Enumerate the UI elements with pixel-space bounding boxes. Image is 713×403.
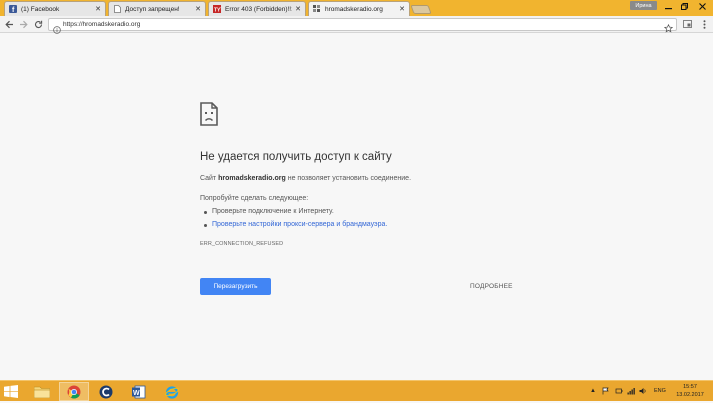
tray-expand-icon[interactable]: ▲ [589, 387, 597, 395]
svg-text:W: W [133, 389, 140, 396]
close-icon[interactable]: ✕ [295, 5, 301, 13]
word-icon[interactable]: W [124, 382, 154, 401]
error-desc-suffix: не позволяет установить соединение. [285, 175, 412, 182]
info-icon[interactable] [53, 21, 61, 34]
url-text[interactable]: https://hromadskeradio.org [63, 20, 140, 30]
cast-icon[interactable] [682, 19, 692, 29]
tab-hromadskeradio[interactable]: hromadskeradio.org ✕ [308, 1, 410, 16]
tab-error-403[interactable]: TYT Error 403 (Forbidden)!!1 ✕ [208, 1, 306, 16]
file-explorer-icon[interactable] [27, 382, 57, 401]
error-description: Сайт hromadskeradio.org не позволяет уст… [200, 175, 411, 182]
bookmark-star-icon[interactable] [663, 20, 674, 33]
try-label: Попробуйте сделать следующее: [200, 195, 309, 202]
reload-button[interactable]: Перезагрузить [200, 278, 271, 295]
error-host: hromadskeradio.org [218, 175, 286, 182]
profile-button[interactable]: Ирина [630, 1, 657, 10]
svg-text:TYT: TYT [214, 8, 221, 14]
error-page-icon: TYT [213, 5, 221, 13]
clock-time: 15:57 [683, 384, 697, 390]
facebook-icon: f [9, 5, 17, 13]
minimize-icon[interactable] [660, 0, 676, 12]
close-icon[interactable]: ✕ [399, 5, 405, 13]
taskbar: W ▲ ENG 15:57 13.02.2017 [0, 380, 713, 401]
tab-label: Error 403 (Forbidden)!!1 [225, 5, 293, 13]
clock[interactable]: 15:57 13.02.2017 [673, 383, 707, 399]
address-bar[interactable]: https://hromadskeradio.org [48, 18, 677, 34]
tray-power-icon[interactable] [615, 387, 623, 395]
tab-facebook[interactable]: f (1) Facebook ✕ [4, 1, 106, 16]
page-content: Не удается получить доступ к сайту Сайт … [0, 34, 713, 380]
back-icon[interactable] [3, 18, 16, 31]
site-icon [313, 5, 321, 13]
browser-toolbar: https://hromadskeradio.org [0, 16, 713, 34]
reload-icon[interactable] [32, 18, 45, 31]
tray-flag-icon[interactable] [602, 387, 610, 395]
restore-icon[interactable] [676, 0, 692, 12]
page-icon [113, 5, 121, 13]
app-c-icon[interactable] [91, 382, 121, 401]
new-tab-button[interactable] [410, 5, 432, 14]
tray-network-icon[interactable] [627, 387, 635, 395]
error-code: ERR_CONNECTION_REFUSED [200, 241, 284, 247]
tray-volume-icon[interactable] [639, 387, 647, 395]
chrome-icon[interactable] [59, 382, 89, 401]
window-close-icon[interactable] [694, 0, 710, 12]
tab-label: Доступ запрещен! [125, 5, 180, 13]
error-title: Не удается получить доступ к сайту [200, 151, 392, 163]
language-indicator[interactable]: ENG [654, 388, 666, 394]
details-button[interactable]: ПОДРОБНЕЕ [470, 283, 513, 290]
suggestion-check-proxy-link[interactable]: Проверьте настройки прокси-сервера и бра… [203, 221, 387, 228]
tab-label: hromadskeradio.org [325, 5, 383, 13]
suggestion-check-connection: Проверьте подключение к Интернету. [204, 208, 334, 215]
close-icon[interactable]: ✕ [95, 5, 101, 13]
internet-explorer-icon[interactable] [157, 382, 187, 401]
menu-dots-icon[interactable] [699, 19, 709, 29]
close-icon[interactable]: ✕ [195, 5, 201, 13]
forward-icon[interactable] [17, 18, 30, 31]
tab-label: (1) Facebook [21, 5, 60, 13]
windows-start-icon[interactable] [4, 385, 18, 398]
title-bar: f (1) Facebook ✕ Доступ запрещен! ✕ TYT … [0, 0, 713, 16]
sad-page-icon [200, 102, 218, 126]
error-desc-prefix: Сайт [200, 175, 219, 182]
clock-date: 13.02.2017 [676, 392, 704, 398]
tab-access-denied[interactable]: Доступ запрещен! ✕ [108, 1, 206, 16]
